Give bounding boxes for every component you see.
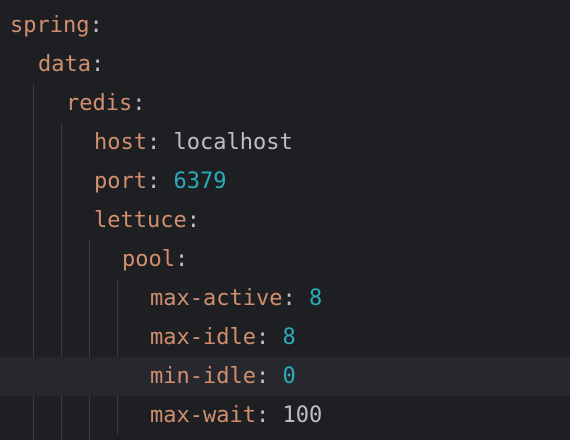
yaml-key: max-wait — [150, 403, 256, 428]
yaml-key: spring — [10, 13, 90, 38]
code-line[interactable]: lettuce: — [0, 201, 570, 240]
yaml-colon: : — [282, 286, 309, 311]
yaml-colon: : — [90, 52, 105, 77]
yaml-editor[interactable]: spring: data: redis: host: localhost por… — [0, 0, 570, 440]
yaml-colon: : — [186, 208, 200, 233]
yaml-colon: : — [89, 13, 103, 38]
code-line[interactable]: max-active: 8 — [0, 279, 570, 318]
yaml-colon: : — [255, 364, 283, 389]
yaml-key: port — [94, 169, 147, 194]
yaml-colon: : — [255, 325, 283, 350]
yaml-value: 8 — [308, 286, 323, 311]
yaml-key: lettuce — [94, 208, 187, 233]
yaml-value: 0 — [282, 364, 296, 389]
code-line[interactable]: pool: — [0, 240, 570, 279]
code-line[interactable]: max-idle: 8 — [0, 318, 570, 357]
yaml-key: min-idle — [150, 364, 256, 389]
yaml-value: 6379 — [173, 169, 227, 194]
yaml-colon: : — [132, 91, 146, 116]
current-code-line[interactable]: min-idle: 0 — [0, 357, 570, 396]
yaml-key: pool — [122, 247, 175, 272]
yaml-key: max-active — [150, 286, 283, 311]
yaml-value: 8 — [282, 325, 296, 350]
code-line[interactable]: port: 6379 — [0, 162, 570, 201]
code-line[interactable]: max-wait: 100 — [0, 396, 570, 435]
yaml-value: localhost — [173, 130, 293, 155]
yaml-value: 100 — [282, 403, 323, 428]
yaml-key: max-idle — [150, 325, 256, 350]
yaml-colon: : — [174, 247, 189, 272]
code-line[interactable]: data: — [0, 45, 570, 84]
yaml-colon: : — [146, 130, 174, 155]
code-line[interactable]: redis: — [0, 84, 570, 123]
yaml-key: host — [94, 130, 147, 155]
yaml-key: data — [38, 52, 91, 77]
code-line[interactable]: host: localhost — [0, 123, 570, 162]
code-line[interactable]: spring: — [0, 6, 570, 45]
yaml-key: redis — [66, 91, 133, 116]
yaml-colon: : — [146, 169, 174, 194]
yaml-colon: : — [255, 403, 283, 428]
